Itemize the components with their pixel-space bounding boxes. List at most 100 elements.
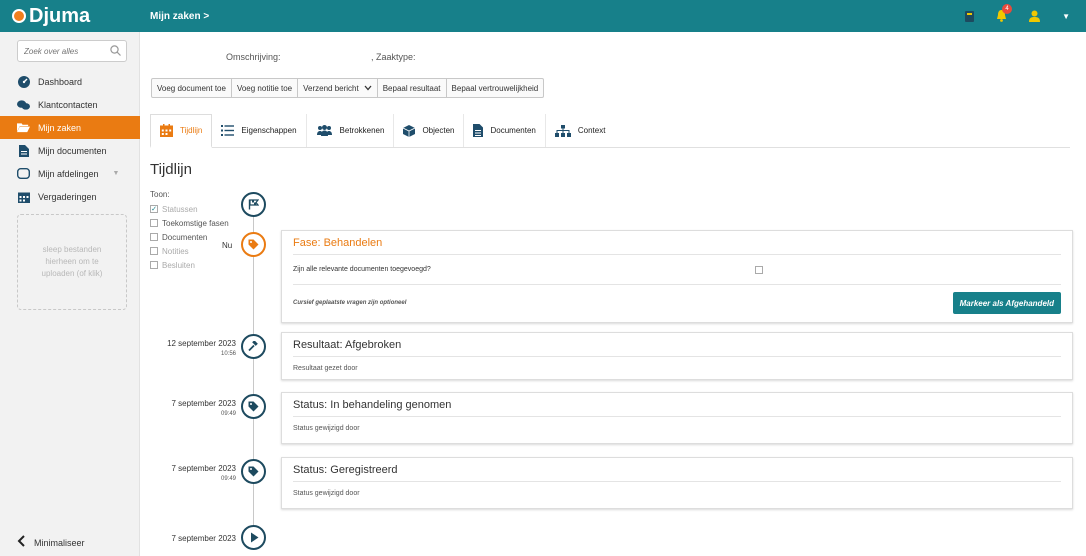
upload-dropzone[interactable]: sleep bestanden hierheen om te uploaden … xyxy=(17,214,127,310)
folder-icon xyxy=(17,121,30,134)
tab-label: Eigenschappen xyxy=(241,126,297,135)
user-icon[interactable] xyxy=(1029,10,1041,22)
tab-documenten[interactable]: Documenten xyxy=(464,114,546,147)
tab-label: Objecten xyxy=(422,126,455,135)
notification-bell-icon[interactable]: 4 xyxy=(996,4,1013,22)
event-subtitle: Status gewijzigd door xyxy=(293,489,360,497)
optional-note: Cursief geplaatste vragen zijn optioneel xyxy=(293,300,407,306)
phase-question: Zijn alle relevante documenten toegevoeg… xyxy=(293,266,431,273)
mark-complete-button[interactable]: Markeer als Afgehandeld xyxy=(952,292,1061,314)
document-icon xyxy=(17,144,30,157)
sidebar-item-label: Vergaderingen xyxy=(38,191,97,202)
department-icon xyxy=(17,167,30,180)
dashboard-icon xyxy=(17,75,30,88)
breadcrumb[interactable]: Mijn zaken > xyxy=(140,11,209,22)
phase-card: Fase: Behandelen Zijn alle relevante doc… xyxy=(281,230,1073,323)
search-input[interactable] xyxy=(24,46,104,56)
tab-tijdlijn[interactable]: Tijdlijn xyxy=(150,114,213,148)
determine-confidentiality-button[interactable]: Bepaal vertrouwelijkheid xyxy=(447,79,544,97)
minimize-sidebar-button[interactable]: Minimaliseer xyxy=(17,535,85,550)
event-date-text: 12 september 2023 xyxy=(167,339,236,348)
add-document-button[interactable]: Voeg document toe xyxy=(152,79,232,97)
tab-bar: Tijdlijn Eigenschappen Betrokkenen Objec… xyxy=(150,114,1070,148)
event-date-text: 7 september 2023 xyxy=(171,399,237,408)
optional-note-row: Cursief geplaatste vragen zijn optioneel… xyxy=(293,285,1061,321)
sidebar-item-klantcontacten[interactable]: Klantcontacten xyxy=(0,93,140,116)
main-content: Omschrijving: , Zaaktype: Voeg document … xyxy=(141,32,1086,556)
chevron-down-icon[interactable]: ▼ xyxy=(113,170,120,177)
filter-label: Documenten xyxy=(162,232,208,242)
user-menu-chevron-down-icon[interactable]: ▼ xyxy=(1062,12,1070,21)
action-toolbar: Voeg document toe Voeg notitie toe Verze… xyxy=(151,78,545,98)
question-checkbox[interactable] xyxy=(755,266,763,274)
filter-label: Notities xyxy=(162,246,189,256)
event-date: 7 september 2023 09:49 xyxy=(146,399,237,419)
sidebar: Dashboard Klantcontacten Mijn zaken Mijn… xyxy=(0,32,140,556)
filter-label: Besluiten xyxy=(162,260,195,270)
case-meta: Omschrijving: , Zaaktype: xyxy=(226,52,416,62)
sidebar-nav: Dashboard Klantcontacten Mijn zaken Mijn… xyxy=(0,70,140,208)
filter-besluiten: Besluiten xyxy=(150,258,229,272)
checkbox[interactable] xyxy=(150,233,158,241)
start-date: 7 september 2023 xyxy=(171,534,237,543)
minimize-label: Minimaliseer xyxy=(34,537,85,548)
calendar-icon xyxy=(17,190,30,203)
timeline-event-card: Status: In behandeling genomen Status ge… xyxy=(281,392,1073,444)
checkbox-checked[interactable]: ✓ xyxy=(150,205,158,213)
checkbox[interactable] xyxy=(150,219,158,227)
logo-mark-icon xyxy=(12,9,26,23)
tab-objecten[interactable]: Objecten xyxy=(394,114,465,147)
event-date: 7 september 2023 09:49 xyxy=(146,464,237,484)
chevron-left-icon xyxy=(17,535,26,550)
tag-icon xyxy=(241,459,266,484)
now-label: Nu xyxy=(222,241,233,250)
sidebar-item-mijn-documenten[interactable]: Mijn documenten xyxy=(0,139,140,162)
sidebar-item-label: Klantcontacten xyxy=(38,99,98,110)
event-date: 12 september 2023 10:56 xyxy=(146,339,236,359)
checkbox-disabled xyxy=(150,261,158,269)
description-label: Omschrijving: xyxy=(226,52,281,62)
list-icon xyxy=(221,125,235,136)
tab-label: Betrokkenen xyxy=(339,126,385,135)
tab-context[interactable]: Context xyxy=(546,114,615,147)
logo[interactable]: Djuma xyxy=(0,0,140,32)
filter-label: Toekomstige fasen xyxy=(162,218,229,228)
users-icon xyxy=(316,125,333,136)
event-title: Status: Geregistreerd xyxy=(293,458,1061,482)
top-bar: Djuma Mijn zaken > 4 ▼ xyxy=(0,0,1086,32)
page-title: Tijdlijn xyxy=(150,161,192,178)
search-box[interactable] xyxy=(17,40,127,62)
sidebar-item-vergaderingen[interactable]: Vergaderingen xyxy=(0,185,140,208)
zaaktype-label: , Zaaktype: xyxy=(371,52,416,62)
add-note-button[interactable]: Voeg notitie toe xyxy=(232,79,299,97)
tab-betrokkenen[interactable]: Betrokkenen xyxy=(307,114,395,147)
flag-icon xyxy=(241,192,266,217)
filter-documenten[interactable]: Documenten xyxy=(150,230,229,244)
event-subtitle: Resultaat gezet door xyxy=(293,364,358,372)
sidebar-item-mijn-afdelingen[interactable]: Mijn afdelingen ▼ xyxy=(0,162,140,185)
sidebar-item-dashboard[interactable]: Dashboard xyxy=(0,70,140,93)
tab-label: Documenten xyxy=(490,126,536,135)
filter-notities: Notities xyxy=(150,244,229,258)
timeline-event-card: Resultaat: Afgebroken Resultaat gezet do… xyxy=(281,332,1073,380)
event-title: Status: In behandeling genomen xyxy=(293,393,1061,417)
checkbox-disabled xyxy=(150,247,158,255)
filter-statussen[interactable]: ✓ Statussen xyxy=(150,202,229,216)
search-icon[interactable] xyxy=(110,45,121,59)
sidebar-item-mijn-zaken[interactable]: Mijn zaken xyxy=(0,116,140,139)
phase-question-row: Zijn alle relevante documenten toegevoeg… xyxy=(293,255,1061,285)
tab-eigenschappen[interactable]: Eigenschappen xyxy=(212,114,307,147)
sidebar-item-label: Dashboard xyxy=(38,76,83,87)
sitemap-icon xyxy=(554,124,571,137)
phonebook-icon[interactable] xyxy=(965,10,975,22)
filters-label: Toon: xyxy=(150,190,170,199)
cube-icon xyxy=(403,124,416,137)
phase-card-title: Fase: Behandelen xyxy=(293,231,1061,255)
logo-text: Djuma xyxy=(29,4,91,27)
determine-result-button[interactable]: Bepaal resultaat xyxy=(378,79,447,97)
gavel-icon xyxy=(241,334,266,359)
filter-toekomstige-fasen[interactable]: Toekomstige fasen xyxy=(150,216,229,230)
send-message-button[interactable]: Verzend bericht xyxy=(298,79,378,97)
event-title: Resultaat: Afgebroken xyxy=(293,333,1061,357)
event-time: 09:49 xyxy=(220,411,236,417)
